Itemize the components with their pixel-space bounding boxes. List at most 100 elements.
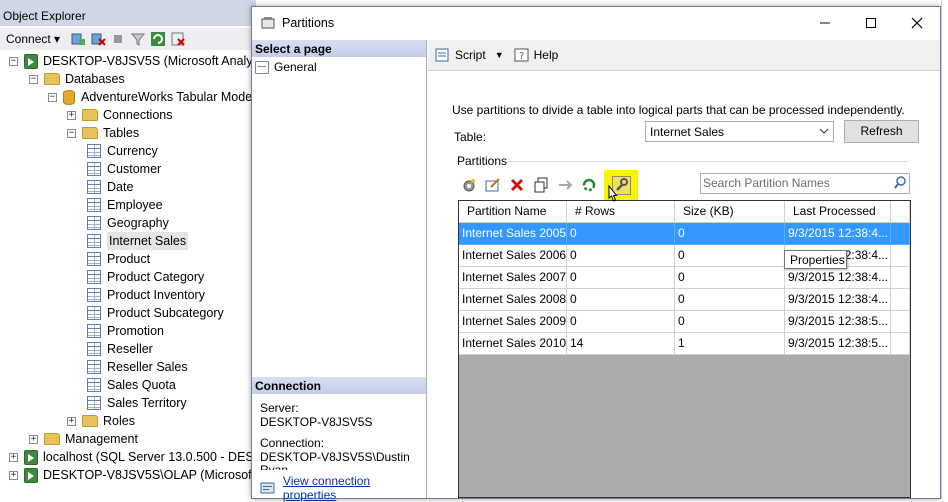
server-value: DESKTOP-V8JSV5S (260, 415, 373, 429)
page-icon (255, 60, 269, 74)
table-icon (87, 180, 101, 194)
search-partition-input[interactable]: Search Partition Names (700, 173, 910, 194)
collapse-icon[interactable]: − (9, 56, 18, 66)
tree-node[interactable]: + DESKTOP-V8JSV5S\OLAP (Microsoft An (9, 466, 256, 484)
tree-node[interactable]: − DESKTOP-V8JSV5S (Microsoft Analysis S (9, 52, 256, 70)
tree-node[interactable]: Currency (87, 142, 158, 160)
tree-node[interactable]: Date (87, 178, 133, 196)
expand-icon[interactable]: + (29, 434, 38, 444)
table-row[interactable]: Internet Sales 2010 14 1 9/3/2015 12:38:5..… (459, 333, 910, 355)
tree-node[interactable]: + Roles (67, 412, 135, 430)
tree-node[interactable]: − Tables (67, 124, 139, 142)
size-cell: 0 (675, 223, 785, 245)
tree-node[interactable]: Sales Quota (87, 376, 176, 394)
expand-icon[interactable]: + (9, 470, 18, 480)
object-explorer-panel: Object Explorer Connect ▾ − DESKTOP-V8JSV… (0, 0, 256, 499)
tree-node-label: Internet Sales (107, 232, 189, 250)
column-header-last-processed[interactable]: Last Processed (785, 201, 891, 223)
edit-partition-icon[interactable] (484, 176, 502, 194)
tree-node[interactable]: Promotion (87, 322, 164, 340)
tree-node-label: Product Category (107, 270, 205, 284)
tree-node-label: Product Subcategory (107, 306, 224, 320)
partitions-group-label: Partitions (457, 154, 508, 168)
tree-node[interactable]: Reseller (87, 340, 153, 358)
tree-node[interactable]: Employee (87, 196, 163, 214)
tree-node[interactable]: Product Category (87, 268, 204, 286)
expand-icon[interactable]: + (67, 416, 76, 426)
new-partition-icon[interactable] (460, 176, 478, 194)
copy-partition-icon[interactable] (532, 176, 550, 194)
column-header-partition-name[interactable]: Partition Name (459, 201, 567, 223)
partition-name-cell: Internet Sales 2006 (459, 245, 567, 267)
folder-icon (44, 433, 60, 445)
script-dropdown-icon[interactable]: ▼ (495, 50, 504, 60)
tree-node[interactable]: Product Subcategory (87, 304, 224, 322)
page-item-general[interactable]: General (255, 58, 317, 76)
table-icon (87, 396, 101, 410)
table-row[interactable]: Internet Sales 2009 0 0 9/3/2015 12:38:5... (459, 311, 910, 333)
tree-node[interactable]: Reseller Sales (87, 358, 188, 376)
activity-monitor-icon[interactable] (170, 31, 186, 47)
tree-node-label: Employee (107, 198, 163, 212)
merge-partition-icon[interactable] (556, 176, 574, 194)
script-button[interactable]: Script ▼ (434, 47, 504, 63)
tree-node[interactable]: + Connections (67, 106, 173, 124)
view-connection-properties-label: View connection properties (282, 474, 371, 502)
refresh-icon[interactable] (150, 31, 166, 47)
collapse-icon[interactable]: − (29, 74, 38, 84)
filter-icon[interactable] (130, 31, 146, 47)
tree-node-label: Currency (107, 144, 158, 158)
expand-icon[interactable]: + (67, 110, 76, 120)
search-icon[interactable] (894, 176, 906, 192)
disconnect-icon[interactable] (90, 31, 106, 47)
close-button[interactable] (894, 7, 940, 39)
column-header-size[interactable]: Size (KB) (675, 201, 785, 223)
row-spacer-cell (891, 333, 910, 355)
size-cell: 0 (675, 289, 785, 311)
table-label: Table: (454, 130, 487, 144)
tree-node[interactable]: + Management (29, 430, 138, 448)
tree-node-label: Connections (103, 108, 173, 122)
tree-node[interactable]: − AdventureWorks Tabular Model (48, 88, 255, 106)
tree-node-label: Product (107, 252, 151, 266)
tree-node-label: AdventureWorks Tabular Model (81, 90, 255, 104)
tree-node[interactable]: Product Inventory (87, 286, 205, 304)
table-select[interactable]: Internet Sales (645, 121, 834, 142)
group-divider (508, 161, 908, 162)
connect-server-icon[interactable] (70, 31, 86, 47)
connection-info: Server: DESKTOP-V8JSV5S Connection: DESK… (260, 402, 420, 471)
table-row[interactable]: Internet Sales 2007 0 0 9/3/2015 12:38:4... (459, 267, 910, 289)
tree-node[interactable]: + localhost (SQL Server 13.0.500 - DESKTO… (9, 448, 256, 466)
column-header-rows[interactable]: # Rows (567, 201, 675, 223)
tree-node[interactable]: Internet Sales (87, 232, 189, 250)
table-row[interactable]: Internet Sales 2008 0 0 9/3/2015 12:38:4... (459, 289, 910, 311)
tree-node[interactable]: Customer (87, 160, 161, 178)
expand-icon[interactable]: + (9, 452, 18, 462)
tree-node[interactable]: − Databases (29, 70, 125, 88)
maximize-button[interactable] (848, 7, 894, 39)
help-button[interactable]: ? Help (514, 47, 559, 63)
table-icon (87, 162, 101, 176)
stop-icon[interactable] (110, 31, 126, 47)
chevron-down-icon (819, 124, 829, 141)
view-connection-properties-link[interactable]: View connection properties (260, 474, 426, 502)
refresh-button[interactable]: Refresh (844, 120, 919, 143)
tree-node[interactable]: Sales Territory (87, 394, 187, 412)
connect-button[interactable]: Connect ▾ (6, 32, 60, 46)
database-icon (63, 89, 75, 105)
rows-cell: 0 (567, 223, 675, 245)
process-partition-icon[interactable] (580, 176, 598, 194)
tree-node-label: Tables (103, 126, 140, 140)
tree-node-label: Reseller Sales (107, 360, 188, 374)
help-label: Help (533, 48, 559, 62)
collapse-icon[interactable]: − (67, 128, 76, 138)
delete-partition-icon[interactable] (508, 176, 526, 194)
tree-node[interactable]: Product (87, 250, 150, 268)
minimize-icon (820, 22, 830, 24)
collapse-icon[interactable]: − (48, 92, 57, 102)
minimize-button[interactable] (802, 7, 848, 39)
tree-node[interactable]: Geography (87, 214, 169, 232)
connection-label: Connection: (260, 436, 325, 450)
partition-name-cell: Internet Sales 2009 (459, 311, 567, 333)
table-row[interactable]: Internet Sales 2005 0 0 9/3/2015 12:38:4... (459, 223, 910, 245)
